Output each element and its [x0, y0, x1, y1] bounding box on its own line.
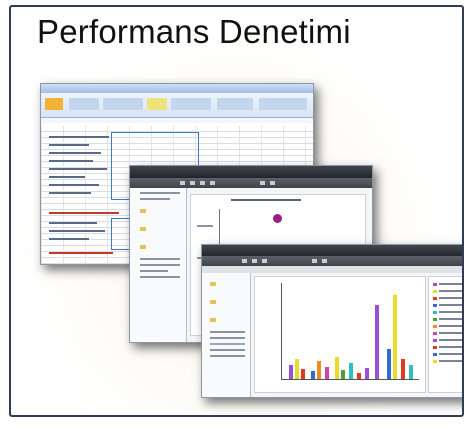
report-toolbar [130, 178, 372, 188]
chart-legend [428, 276, 462, 393]
folder-icon [140, 209, 146, 213]
ribbon-toolbar [41, 93, 313, 118]
office-button-icon [45, 98, 63, 110]
folder-icon [140, 227, 146, 231]
folder-tree-panel [130, 188, 187, 342]
folder-icon [210, 282, 216, 286]
report-toolbar [202, 256, 462, 266]
folder-icon [140, 245, 146, 249]
slide: Performans Denetimi [9, 5, 464, 417]
report-bar-chart-window [201, 244, 462, 398]
folder-icon [210, 318, 216, 322]
window-title-bar [41, 84, 313, 93]
window-title-bar [130, 166, 372, 178]
bar-chart-area [254, 276, 426, 393]
scatter-point [273, 214, 282, 223]
slide-title: Performans Denetimi [37, 13, 351, 50]
folder-tree-panel [202, 273, 251, 397]
folder-icon [210, 300, 216, 304]
window-title-bar [202, 245, 462, 256]
